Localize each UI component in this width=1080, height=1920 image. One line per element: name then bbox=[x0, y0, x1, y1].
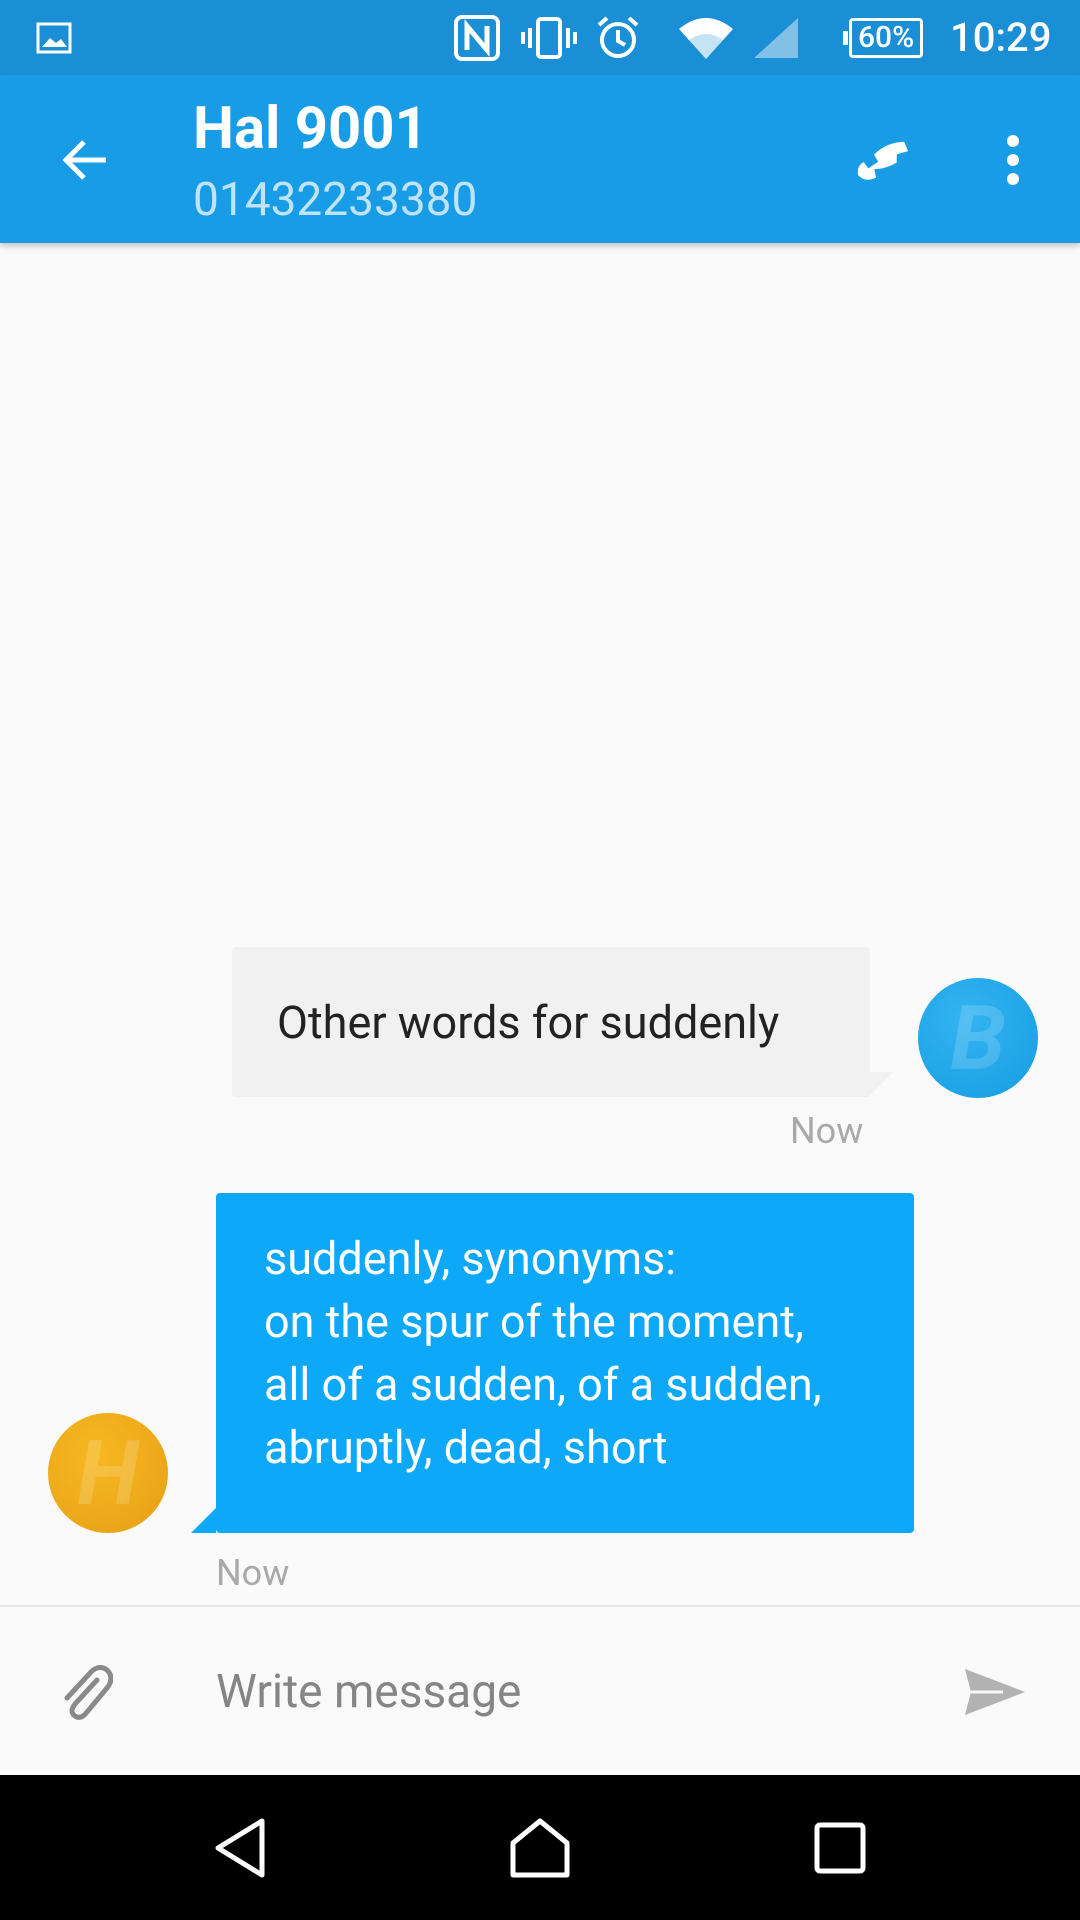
nfc-icon bbox=[453, 0, 501, 75]
alarm-icon bbox=[595, 0, 641, 75]
bubble-tail bbox=[191, 1508, 216, 1533]
avatar[interactable]: B bbox=[918, 978, 1038, 1098]
message-bubble-incoming[interactable]: Other words for suddenly bbox=[232, 947, 870, 1097]
message-line: suddenly, synonyms: bbox=[264, 1232, 677, 1285]
back-nav-icon[interactable] bbox=[195, 1803, 285, 1893]
signal-icon bbox=[752, 0, 800, 75]
back-arrow-icon[interactable] bbox=[50, 125, 120, 195]
contact-number: 01432233380 bbox=[193, 173, 478, 227]
contact-name: Hal 9001 bbox=[193, 95, 428, 163]
message-line: all of a sudden, of a sudden, bbox=[264, 1358, 822, 1411]
message-text: suddenly, synonyms: on the spur of the m… bbox=[264, 1227, 822, 1479]
wifi-icon bbox=[677, 0, 735, 75]
message-line: abruptly, dead, short bbox=[264, 1421, 668, 1474]
message-input[interactable] bbox=[216, 1647, 916, 1737]
home-nav-icon[interactable] bbox=[495, 1803, 585, 1893]
phone-call-icon[interactable] bbox=[852, 125, 922, 195]
status-bar: 60% 10:29 bbox=[0, 0, 1080, 75]
message-composer bbox=[0, 1605, 1080, 1777]
bubble-tail bbox=[868, 1072, 893, 1097]
vibrate-icon bbox=[520, 0, 578, 75]
battery-icon: 60% bbox=[843, 0, 924, 75]
clock: 10:29 bbox=[950, 14, 1052, 61]
image-notification-icon bbox=[36, 0, 72, 75]
navigation-bar bbox=[0, 1775, 1080, 1920]
conversation-app-bar: Hal 9001 01432233380 bbox=[0, 75, 1080, 243]
more-vert-icon[interactable] bbox=[978, 125, 1048, 195]
avatar-letter: B bbox=[950, 985, 1006, 1091]
message-timestamp: Now bbox=[790, 1110, 864, 1152]
message-line: on the spur of the moment, bbox=[264, 1295, 804, 1348]
avatar-letter: H bbox=[77, 1420, 139, 1526]
avatar[interactable]: H bbox=[48, 1413, 168, 1533]
message-text: Other words for suddenly bbox=[277, 995, 780, 1049]
battery-percent: 60% bbox=[858, 20, 915, 55]
message-bubble-outgoing[interactable]: suddenly, synonyms: on the spur of the m… bbox=[216, 1193, 914, 1533]
recents-nav-icon[interactable] bbox=[795, 1803, 885, 1893]
message-timestamp: Now bbox=[216, 1552, 290, 1594]
attach-icon[interactable] bbox=[50, 1657, 120, 1727]
send-icon[interactable] bbox=[958, 1657, 1032, 1727]
